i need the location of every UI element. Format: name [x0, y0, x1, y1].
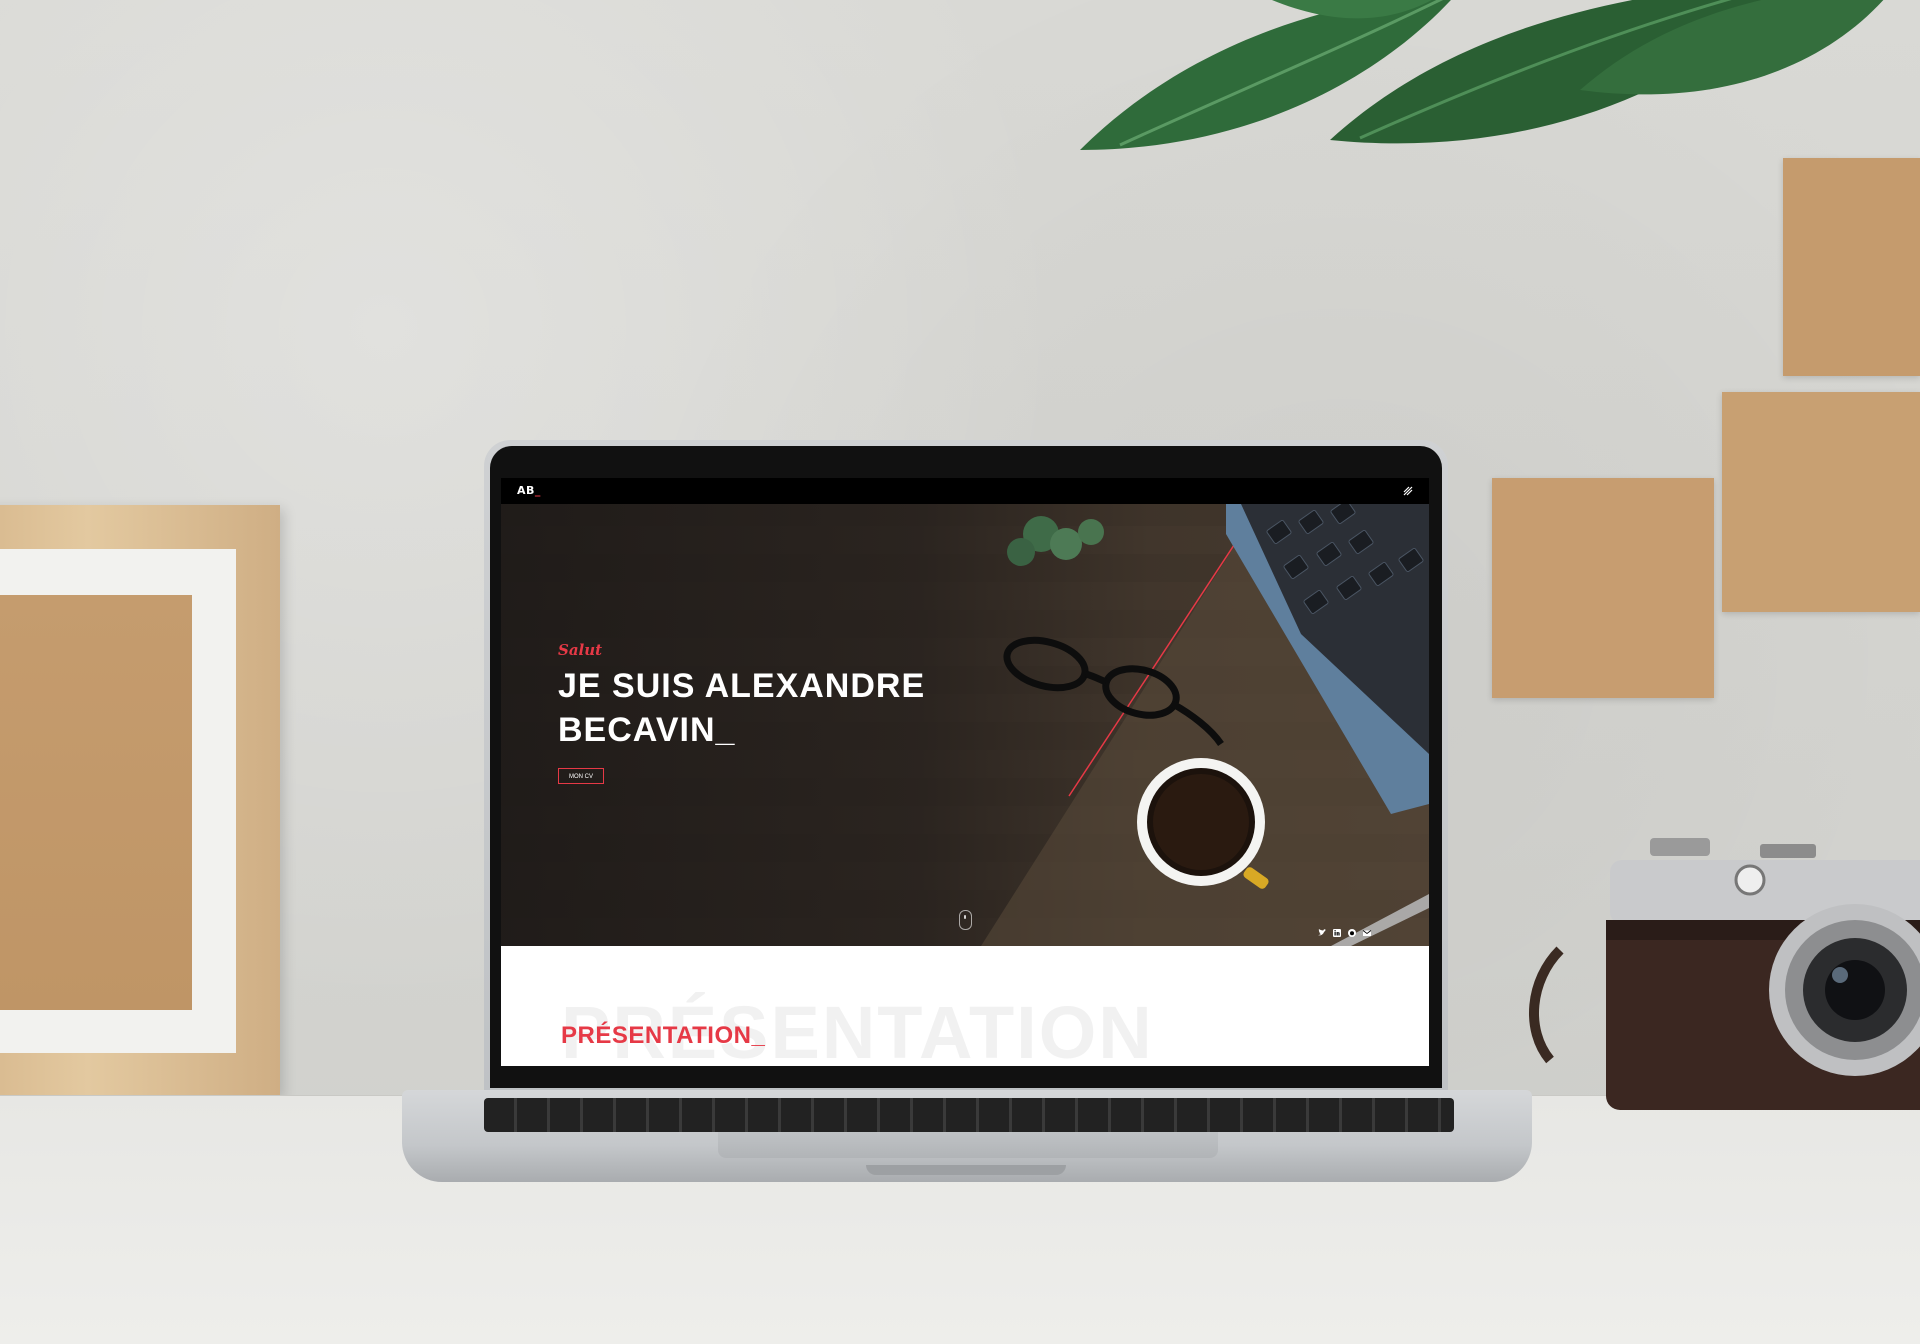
github-icon[interactable] [1347, 928, 1357, 938]
presentation-title: PRÉSENTATION_ [561, 1022, 766, 1049]
laptop-notch [866, 1165, 1066, 1175]
laptop-keyboard [484, 1098, 1454, 1132]
frame-artwork [0, 595, 192, 1010]
hero-greeting: Salut [558, 641, 603, 659]
desk-scene: AB_ Salut JE SUIS ALEXANDRE BECAVIN_ MON… [0, 0, 1920, 1344]
laptop-trackpad [718, 1132, 1218, 1158]
site-navbar: AB_ [501, 478, 1429, 504]
hero-title: JE SUIS ALEXANDRE BECAVIN_ [558, 667, 926, 749]
plant-leaves [1080, 0, 1884, 150]
sticky-note [1492, 478, 1714, 698]
site-logo[interactable]: AB_ [517, 484, 541, 497]
laptop-screen: AB_ Salut JE SUIS ALEXANDRE BECAVIN_ MON… [501, 478, 1429, 1066]
mail-icon[interactable] [1362, 928, 1372, 938]
sticky-note [1722, 392, 1920, 612]
camera [1529, 838, 1920, 1110]
twitter-icon[interactable] [1317, 928, 1327, 938]
logo-suffix: _ [534, 484, 541, 497]
social-links [1317, 928, 1372, 938]
scroll-down-icon[interactable] [959, 910, 972, 930]
menu-icon[interactable] [1401, 484, 1415, 498]
linkedin-icon[interactable] [1332, 928, 1342, 938]
cv-button[interactable]: MON CV [558, 768, 604, 784]
logo-text: AB [517, 484, 535, 497]
sticky-note [1783, 158, 1920, 376]
picture-frame [0, 505, 280, 1095]
hero-section: Salut JE SUIS ALEXANDRE BECAVIN_ MON CV [501, 504, 1429, 946]
presentation-section: PRÉSENTATION PRÉSENTATION_ [501, 946, 1429, 1066]
